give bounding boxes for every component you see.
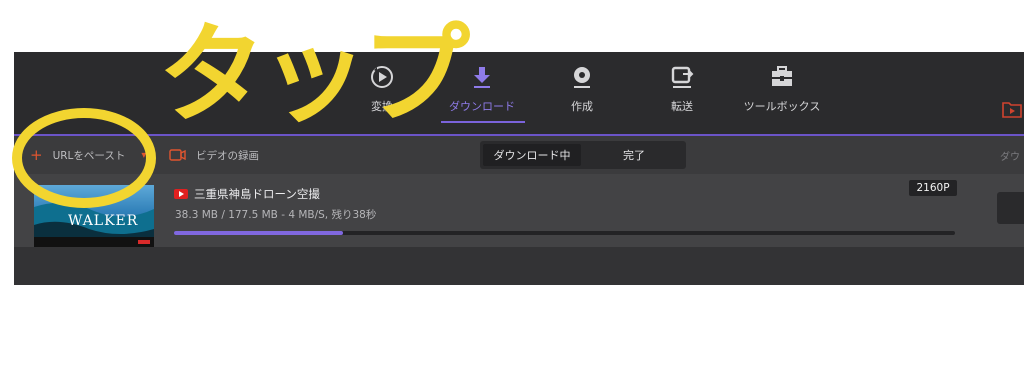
download-progress-fill <box>174 231 343 235</box>
video-title-text: 三重県神島ドローン空撮 <box>194 187 320 201</box>
tab-completed[interactable]: 完了 <box>585 144 683 166</box>
video-thumbnail[interactable]: WALKER <box>34 185 154 247</box>
top-nav: 変換 ダウンロード 作成 転送 ツールボックス <box>14 52 1024 134</box>
thumbnail-text: WALKER <box>68 213 139 229</box>
download-item[interactable]: WALKER 三重県神島ドローン空撮 38.3 MB / 177.5 MB - … <box>14 174 1024 247</box>
resolution-badge: 2160P <box>909 180 957 196</box>
app-window: 変換 ダウンロード 作成 転送 ツールボックス + URLをペースト ▾ ビデオ… <box>14 52 1024 285</box>
tab-downloading[interactable]: ダウンロード中 <box>483 144 581 166</box>
nav-label-download: ダウンロード <box>449 100 515 113</box>
nav-label-convert: 変換 <box>371 100 393 113</box>
nav-item-transfer[interactable]: 転送 <box>637 62 727 128</box>
paste-url-button[interactable]: + URLをペースト ▾ <box>30 136 146 174</box>
download-status-tabs: ダウンロード中 完了 <box>480 141 686 169</box>
nav-label-toolbox: ツールボックス <box>743 100 821 113</box>
download-icon <box>468 62 496 92</box>
dropdown-icon[interactable]: ▾ <box>141 150 146 161</box>
download-toolbar: + URLをペースト ▾ ビデオの録画 ダウンロード中 完了 ダウ <box>14 136 1024 174</box>
plus-icon: + <box>30 146 43 164</box>
disc-icon <box>568 62 596 92</box>
folder-icon[interactable] <box>1002 100 1022 118</box>
camera-icon <box>169 149 186 161</box>
video-title: 三重県神島ドローン空撮 <box>174 186 320 202</box>
nav-item-download[interactable]: ダウンロード <box>437 62 527 128</box>
row-action-button[interactable] <box>997 192 1024 224</box>
transfer-icon <box>668 62 696 92</box>
download-meta: 38.3 MB / 177.5 MB - 4 MB/S, 残り38秒 <box>175 209 377 221</box>
toolbox-icon <box>768 62 796 92</box>
download-progress-bar <box>174 231 955 235</box>
nav-item-create[interactable]: 作成 <box>537 62 627 128</box>
youtube-icon <box>174 189 188 199</box>
nav-item-convert[interactable]: 変換 <box>337 62 427 128</box>
list-empty-area <box>14 247 1024 285</box>
nav-label-create: 作成 <box>571 100 593 113</box>
nav-item-toolbox[interactable]: ツールボックス <box>737 62 827 128</box>
nav-label-transfer: 転送 <box>671 100 693 113</box>
paste-url-label: URLをペースト <box>52 149 126 162</box>
toolbar-right-text[interactable]: ダウ <box>1000 136 1024 174</box>
record-video-label: ビデオの録画 <box>196 149 259 162</box>
convert-icon <box>368 62 396 92</box>
record-video-button[interactable]: ビデオの録画 <box>169 136 259 174</box>
active-tab-indicator <box>441 121 525 123</box>
